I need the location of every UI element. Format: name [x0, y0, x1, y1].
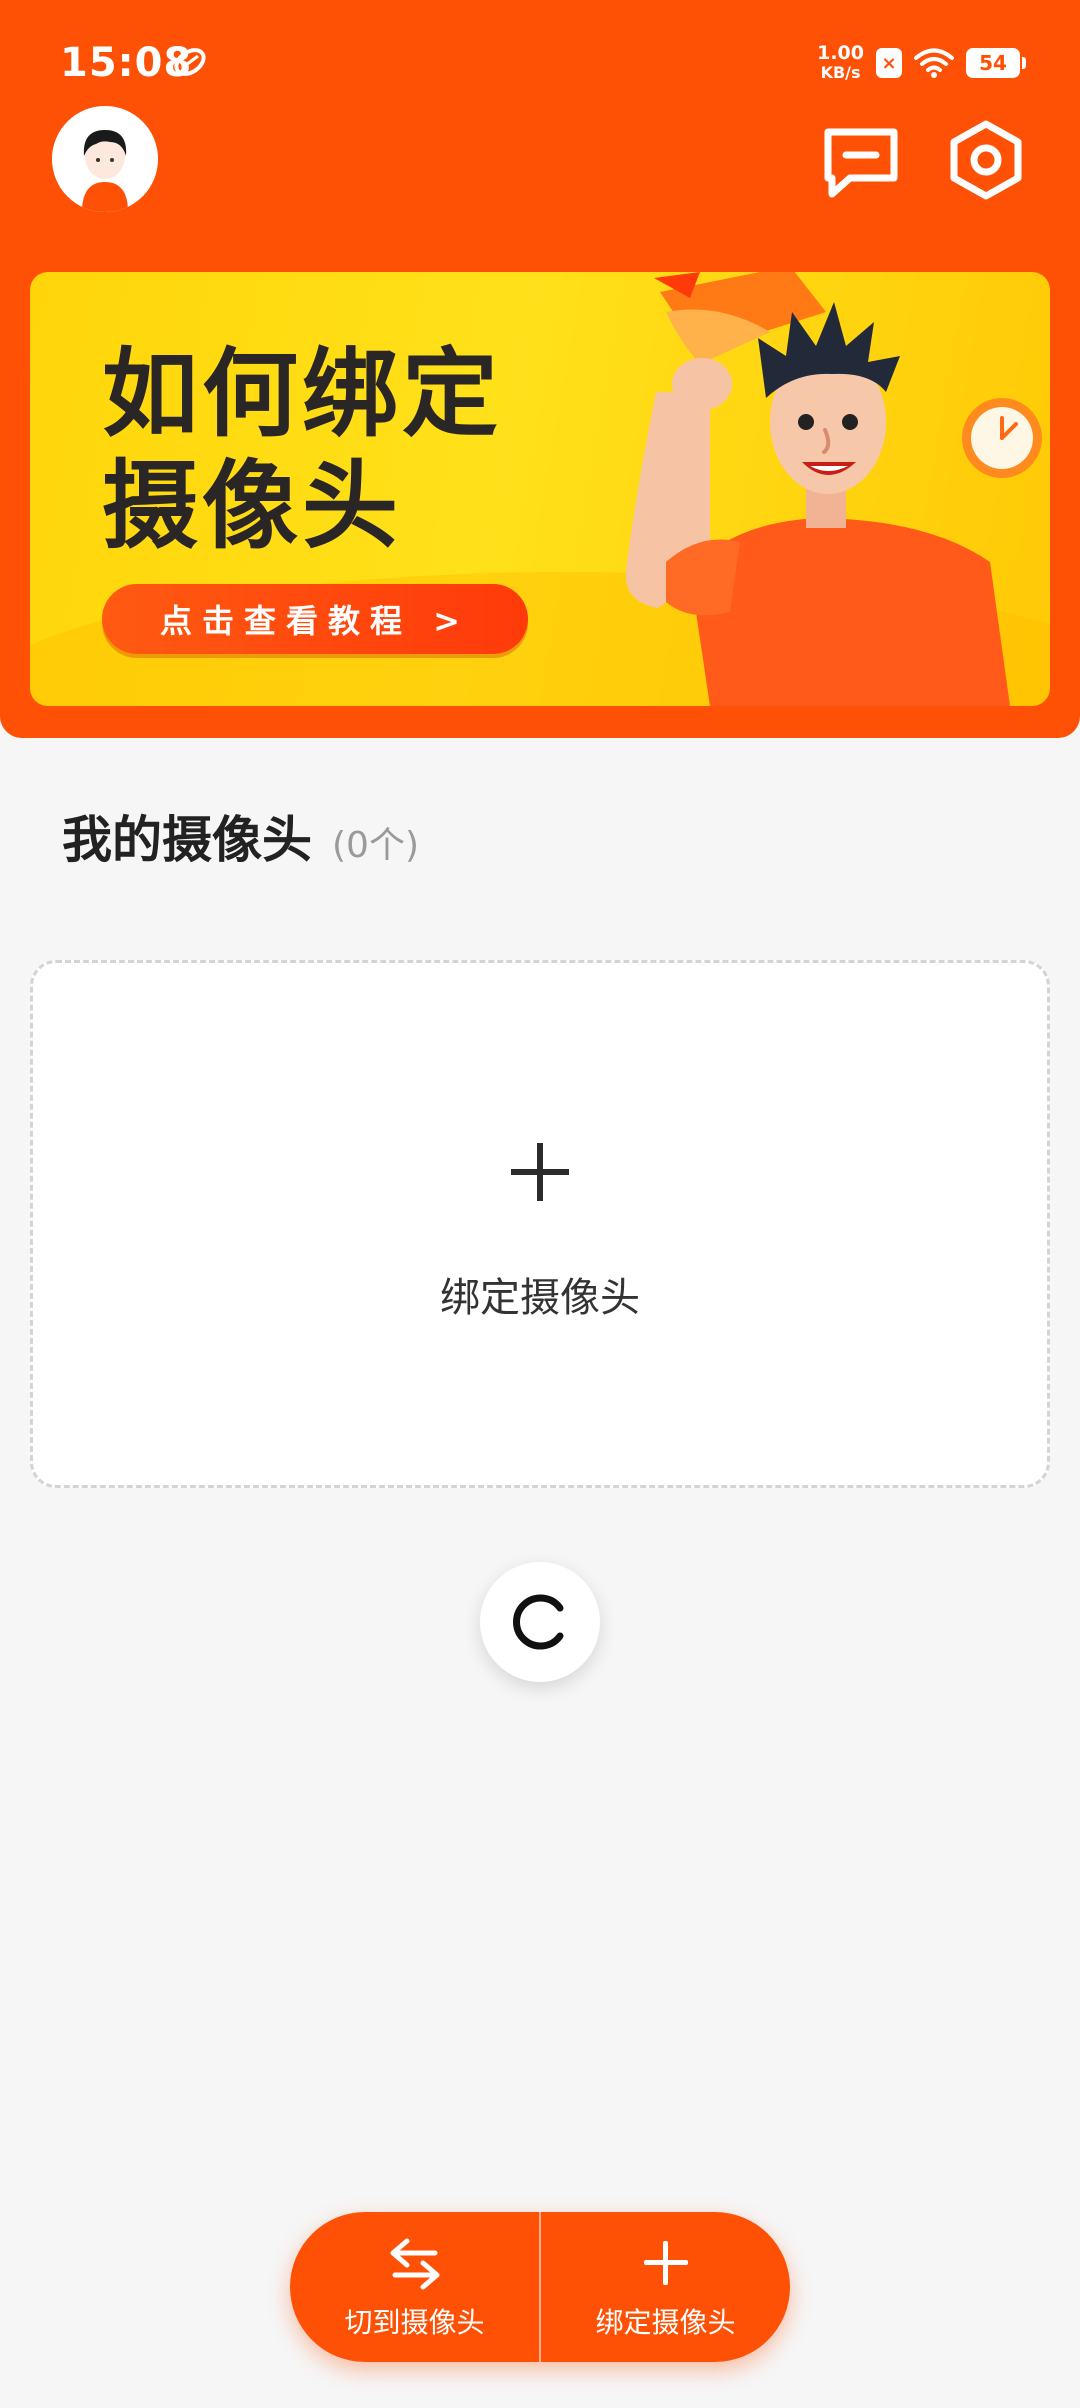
switch-to-camera-label: 切到摄像头 — [344, 2306, 485, 2339]
swap-arrows-icon — [390, 2238, 439, 2290]
banner-illustration — [625, 272, 1042, 706]
banner-title-line1: 如何绑定 — [102, 338, 502, 450]
bind-camera-card-label: 绑定摄像头 — [440, 1275, 640, 1321]
plus-icon — [643, 2241, 688, 2285]
net-speed-unit: KB/s — [820, 63, 861, 82]
bottom-action-bar: 切到摄像头 绑定摄像头 — [290, 2212, 790, 2362]
app-notification-icon — [174, 48, 206, 76]
refresh-icon — [513, 1594, 564, 1650]
tutorial-banner[interactable]: 如何绑定 摄像头 点击查看教程 > — [30, 272, 1050, 706]
battery-icon: 54 — [966, 48, 1026, 78]
net-speed: 1.00 KB/s — [817, 42, 864, 83]
camera-count: (0个) — [332, 825, 419, 866]
battery-level: 54 — [979, 51, 1007, 75]
section-title: 我的摄像头 (0个) — [62, 800, 419, 872]
bind-camera-button[interactable]: 绑定摄像头 — [541, 2212, 790, 2362]
x-badge-icon: × — [876, 48, 902, 78]
bind-camera-label: 绑定摄像头 — [595, 2306, 736, 2339]
net-speed-value: 1.00 — [817, 42, 864, 64]
refresh-button[interactable] — [480, 1562, 600, 1682]
banner-title-line2: 摄像头 — [102, 450, 402, 562]
page: 15:08 1.00 KB/s × 54 如何绑定 摄像头 点击查看教程 > 我… — [0, 0, 1080, 2408]
header: 15:08 1.00 KB/s × 54 如何绑定 摄像头 点击查看教程 > — [0, 0, 1080, 738]
banner-tutorial-button[interactable]: 点击查看教程 > — [102, 584, 528, 654]
bind-camera-card[interactable]: 绑定摄像头 — [30, 960, 1050, 1488]
my-cameras-title: 我的摄像头 — [62, 811, 312, 869]
plus-icon — [511, 1143, 569, 1201]
status-right: 1.00 KB/s × 54 — [817, 38, 1026, 88]
banner-title: 如何绑定 摄像头 — [102, 338, 502, 562]
avatar-illustration — [52, 106, 158, 212]
settings-icon[interactable] — [944, 118, 1028, 202]
message-icon[interactable] — [820, 122, 902, 204]
switch-to-camera-button[interactable]: 切到摄像头 — [290, 2212, 539, 2362]
status-bar: 15:08 1.00 KB/s × 54 — [0, 0, 1080, 120]
wifi-icon — [914, 48, 954, 78]
avatar[interactable] — [52, 106, 158, 212]
